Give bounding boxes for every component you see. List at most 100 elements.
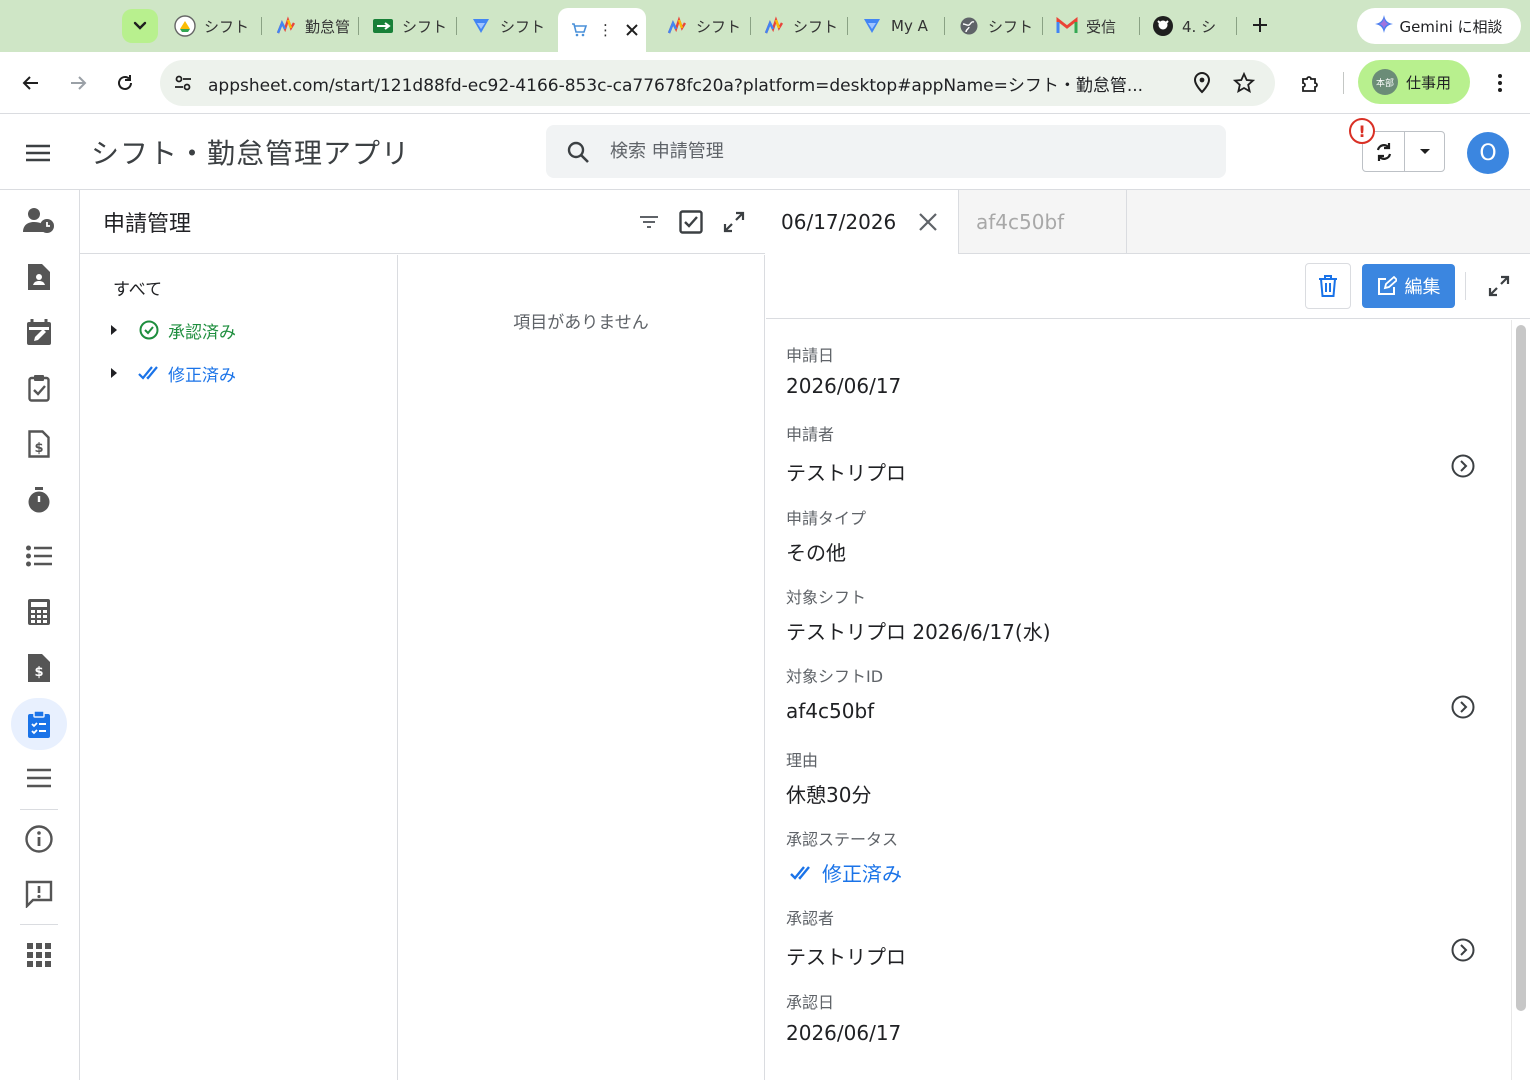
list-panel-header: 申請管理 — [80, 190, 765, 254]
browser-tab-8[interactable]: My A — [861, 8, 939, 44]
check-circle-icon — [138, 319, 160, 341]
group-approved[interactable]: 承認済み — [110, 315, 236, 345]
nav-calculator[interactable] — [11, 586, 67, 638]
browser-tab-4[interactable]: シフト — [470, 8, 550, 44]
gmail-icon — [1056, 15, 1078, 37]
browser-tab-active[interactable]: ⋮ — [558, 8, 646, 52]
nav-stopwatch[interactable] — [11, 474, 67, 526]
browser-tab-9[interactable]: シフト — [958, 8, 1036, 44]
detail-tab-inactive[interactable]: af4c50bf — [960, 190, 1127, 254]
nav-feedback[interactable] — [11, 868, 67, 920]
field-request-date: 申請日 2026/06/17 — [786, 342, 1486, 398]
chevron-circle-right-icon — [1451, 695, 1475, 719]
delete-button[interactable] — [1305, 263, 1351, 309]
nav-request-management[interactable] — [11, 698, 67, 750]
browser-tab-2[interactable]: 勤怠管 — [275, 8, 353, 44]
reload-icon — [118, 75, 132, 90]
nav-calendar-edit[interactable] — [11, 306, 67, 358]
search-input[interactable] — [610, 141, 1190, 162]
scrollbar-thumb[interactable] — [1516, 325, 1526, 1011]
detail-tab-label: 06/17/2026 — [781, 210, 897, 234]
back-button[interactable] — [17, 69, 45, 97]
hamburger-menu-button[interactable] — [24, 139, 52, 167]
nav-document[interactable] — [11, 250, 67, 302]
field-label: 対象シフトID — [786, 667, 884, 686]
search-bar[interactable] — [546, 125, 1226, 178]
nav-attendance-user[interactable] — [11, 194, 67, 246]
browser-tab-7[interactable]: シフト — [763, 8, 841, 44]
field-approval-date: 承認日 2026/06/17 — [786, 989, 1486, 1045]
tab-label: 受信 — [1086, 17, 1117, 36]
open-ref-button[interactable] — [1450, 937, 1476, 963]
expand-list-button[interactable] — [720, 208, 748, 236]
field-target-shift-id: 対象シフトID af4c50bf — [786, 663, 1486, 723]
user-avatar[interactable]: O — [1467, 132, 1509, 174]
edit-button[interactable]: 編集 — [1362, 264, 1455, 308]
sync-dropdown-button[interactable] — [1405, 132, 1444, 171]
open-ref-button[interactable] — [1450, 453, 1476, 479]
nav-invoice-filled[interactable]: $ — [11, 642, 67, 694]
cart-icon — [568, 19, 590, 41]
address-bar[interactable]: appsheet.com/start/121d88fd-ec92-4166-85… — [160, 60, 1275, 106]
site-info-icon[interactable] — [170, 70, 196, 96]
nav-info[interactable] — [11, 813, 67, 865]
close-tab-icon[interactable] — [625, 23, 639, 37]
open-ref-button[interactable] — [1450, 694, 1476, 720]
tab-search-button[interactable] — [122, 9, 158, 43]
browser-tab-6[interactable]: シフト — [666, 8, 744, 44]
gemini-button[interactable]: Gemini に相談 — [1357, 8, 1521, 44]
field-label: 申請者 — [786, 425, 835, 444]
browser-tab-1[interactable]: シフト — [174, 8, 254, 44]
new-tab-button[interactable] — [1247, 12, 1273, 38]
nav-clipboard-check[interactable] — [11, 362, 67, 414]
detail-scrollbar[interactable] — [1511, 320, 1530, 1080]
group-by-panel: すべて 承認済み 修正済み — [80, 255, 398, 1080]
nav-apps-grid[interactable] — [11, 929, 67, 981]
tab-separator — [1236, 17, 1237, 35]
field-request-type: 申請タイプ その他 — [786, 505, 1486, 566]
field-label: 対象シフト — [786, 588, 867, 607]
tab-label: My A — [891, 17, 928, 35]
bookmark-star-icon[interactable] — [1231, 70, 1257, 96]
group-all[interactable]: すべて — [113, 275, 162, 300]
detail-tab-active[interactable]: 06/17/2026 — [766, 190, 959, 254]
profile-button[interactable]: 本部 仕事用 — [1358, 60, 1470, 104]
nav-menu[interactable] — [11, 752, 67, 804]
reload-button[interactable] — [111, 69, 139, 97]
chevron-circle-right-icon — [1451, 938, 1475, 962]
nav-invoice[interactable]: $ — [11, 418, 67, 470]
expand-detail-button[interactable] — [1485, 272, 1513, 300]
status-label: 修正済み — [822, 862, 902, 886]
tab-separator — [358, 17, 359, 35]
invoice-dollar-icon: $ — [28, 430, 50, 458]
location-pin-icon[interactable] — [1189, 70, 1215, 96]
nav-list[interactable] — [11, 530, 67, 582]
caret-right-icon[interactable] — [110, 368, 120, 378]
browser-toolbar: appsheet.com/start/121d88fd-ec92-4166-85… — [0, 52, 1530, 114]
calendar-edit-icon — [27, 319, 51, 345]
rail-divider — [20, 924, 58, 925]
forward-button[interactable] — [64, 69, 92, 97]
sync-icon — [1376, 142, 1391, 161]
group-label: 修正済み — [168, 365, 236, 386]
browser-tab-3[interactable]: シフト — [372, 8, 452, 44]
browser-tab-11[interactable]: 4. シ — [1152, 8, 1230, 44]
select-mode-button[interactable] — [677, 208, 705, 236]
field-value: テストリプロ — [786, 461, 906, 485]
group-revised[interactable]: 修正済み — [110, 358, 236, 388]
error-alert-icon[interactable]: ! — [1349, 118, 1375, 144]
status-value: 修正済み — [786, 858, 1486, 887]
caret-right-icon[interactable] — [110, 325, 120, 335]
browser-tab-10[interactable]: 受信 — [1056, 8, 1134, 44]
nav-rail: $ $ — [0, 190, 80, 1080]
detail-action-bar: 編集 — [766, 254, 1530, 319]
sync-control — [1362, 131, 1445, 172]
extensions-button[interactable] — [1296, 69, 1324, 97]
tab-label: シフト — [402, 17, 448, 36]
edit-icon — [1377, 276, 1397, 296]
detail-tab-label: af4c50bf — [976, 210, 1065, 234]
document-user-icon — [28, 264, 50, 290]
browser-menu-button[interactable] — [1486, 69, 1514, 97]
filter-button[interactable] — [635, 208, 663, 236]
close-detail-tab-icon[interactable] — [916, 210, 940, 234]
